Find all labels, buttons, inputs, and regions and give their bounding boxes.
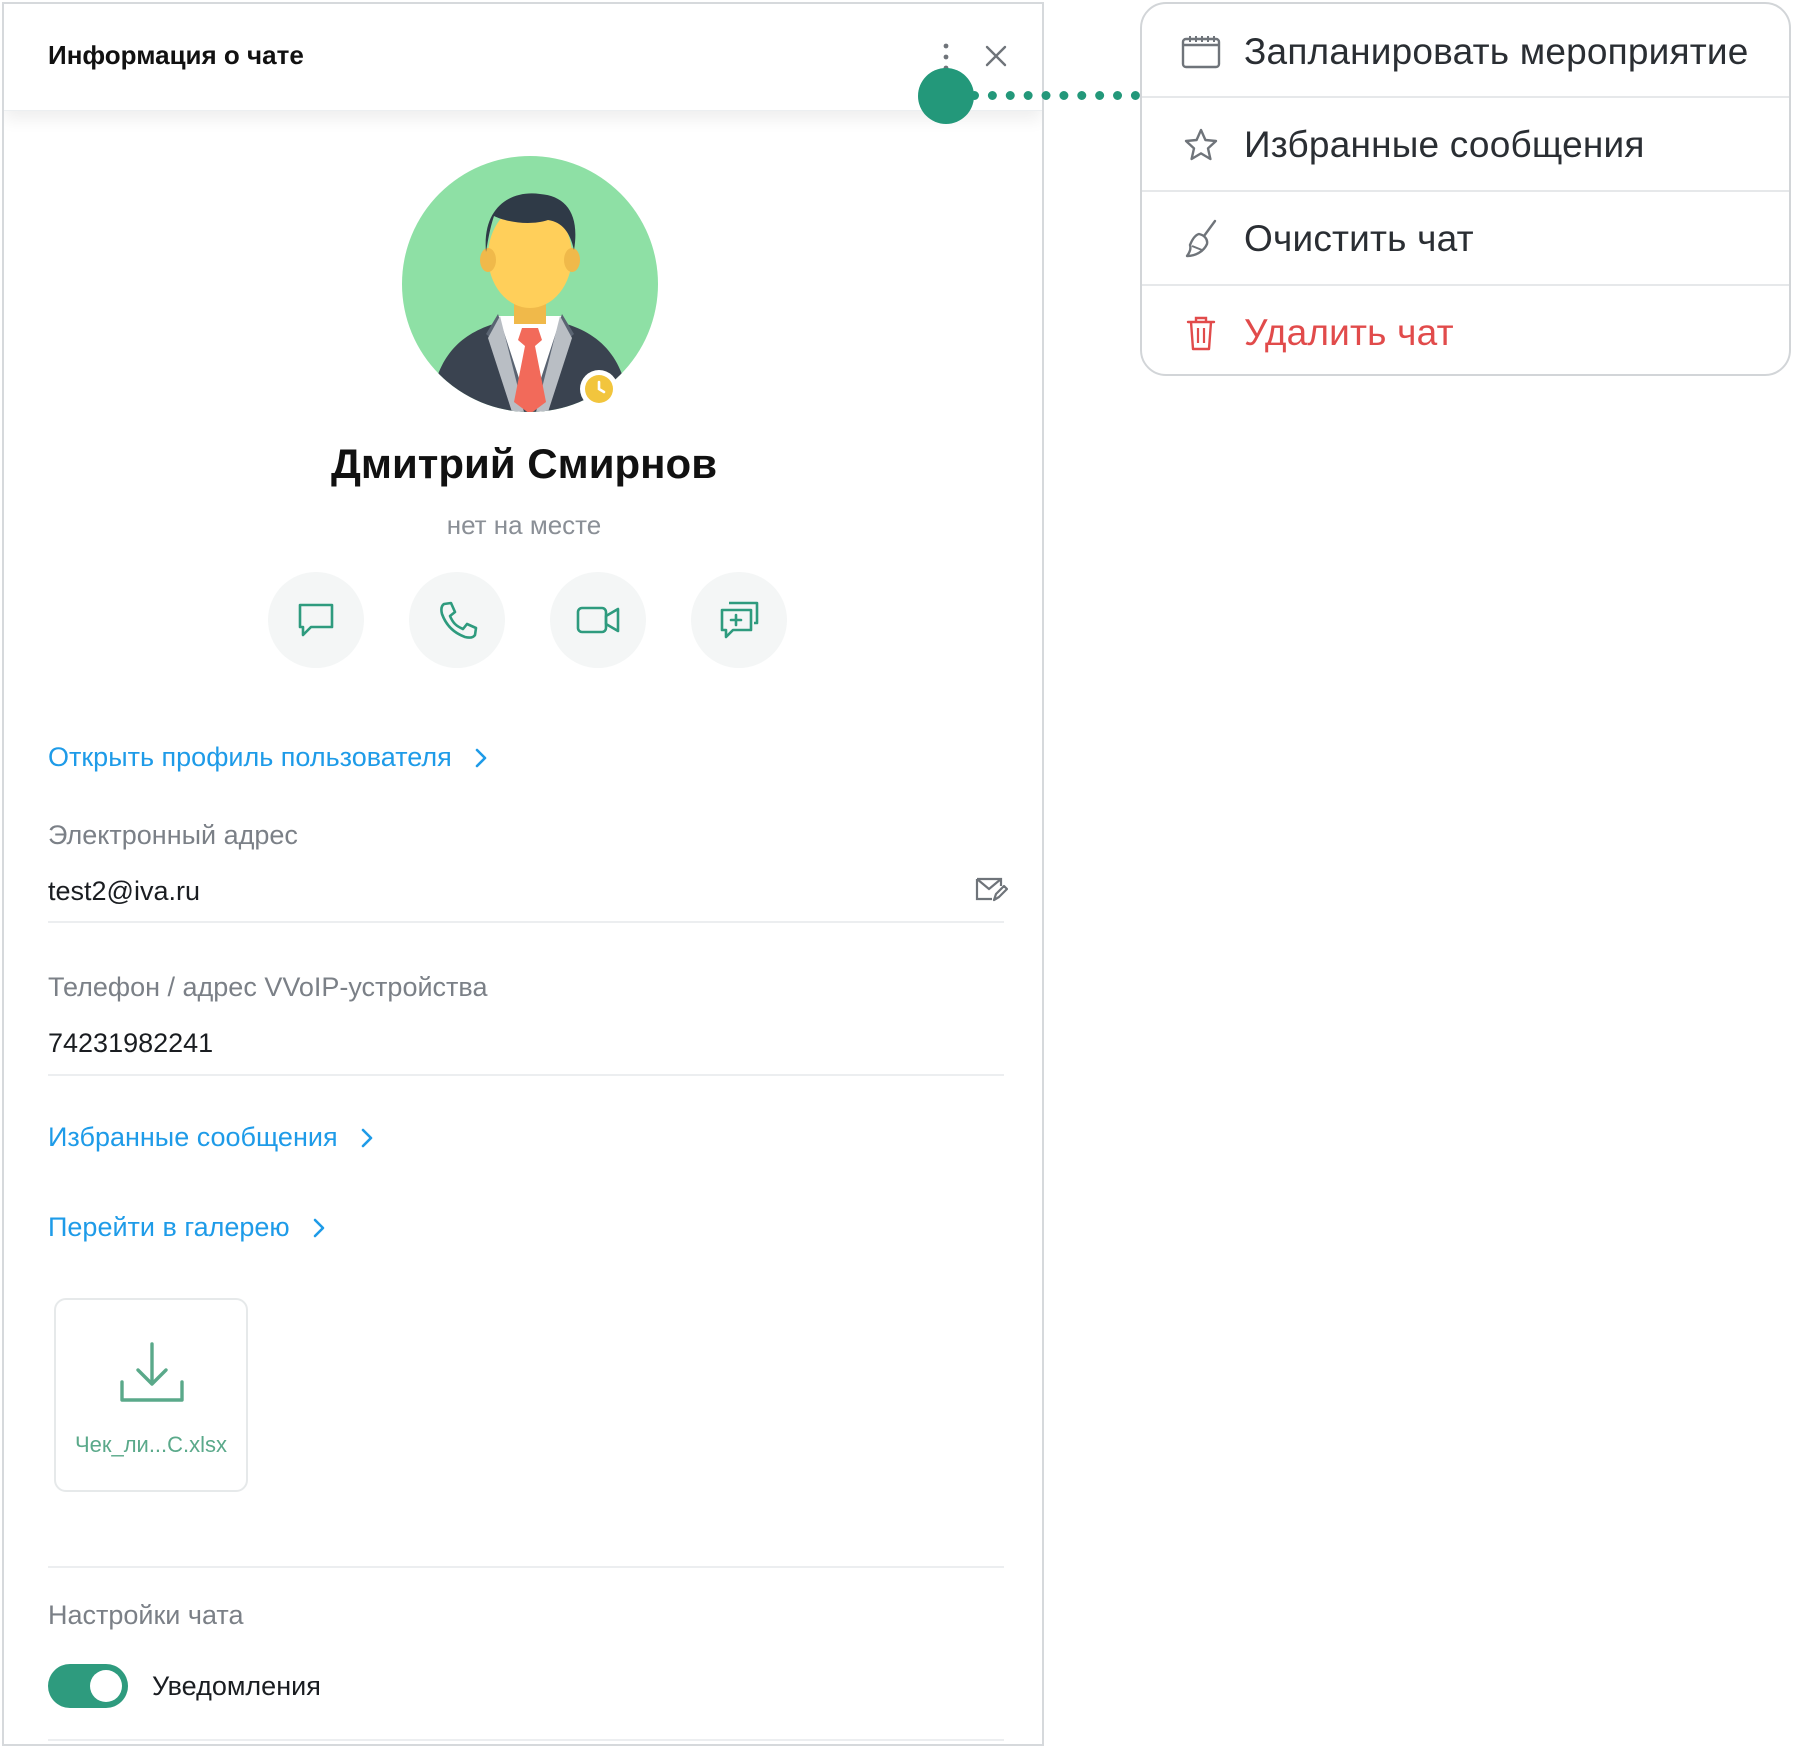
menu-item-label: Удалить чат [1244,312,1454,353]
menu-item-clear-chat[interactable]: Очистить чат [1142,193,1789,285]
notifications-label: Уведомления [152,1671,321,1701]
phone-label: Телефон / адрес VVoIP-устройства [48,972,488,1002]
close-button[interactable] [982,42,1010,70]
phone-icon [440,601,478,639]
chat-options-menu: Запланировать мероприятие Избранные сооб… [1140,2,1791,376]
menu-divider [1142,96,1789,98]
settings-title: Настройки чата [48,1600,244,1630]
away-status-badge [580,370,618,408]
message-button[interactable] [268,572,364,668]
callout-marker [918,68,974,124]
gallery-label: Перейти в галерею [48,1212,290,1242]
chat-bubble-icon [298,603,334,637]
chat-info-panel: Информация о чате Дмитрий Смирнов нет на… [2,2,1044,1746]
menu-divider [1142,284,1789,286]
star-icon [1180,124,1222,166]
menu-divider [1142,190,1789,192]
clock-icon [585,375,613,403]
email-value: test2@iva.ru [48,876,200,906]
divider [48,1074,1004,1076]
user-avatar-illustration [402,156,658,412]
download-icon [116,1338,188,1415]
video-camera-icon [576,606,620,634]
favorites-link[interactable]: Избранные сообщения [48,1122,374,1153]
gallery-link[interactable]: Перейти в галерею [48,1212,326,1243]
phone-value: 74231982241 [48,1028,214,1058]
email-label: Электронный адрес [48,820,298,850]
calendar-icon [1180,31,1222,73]
panel-header: Информация о чате [4,4,1042,111]
broom-icon [1180,218,1222,260]
divider [48,1739,1004,1741]
new-group-chat-button[interactable] [691,572,787,668]
menu-item-delete-chat[interactable]: Удалить чат [1142,287,1789,374]
notifications-toggle[interactable] [48,1664,128,1708]
chevron-right-icon [361,1128,372,1147]
mail-edit-icon [975,877,1009,902]
menu-item-schedule-event[interactable]: Запланировать мероприятие [1142,6,1789,98]
favorites-label: Избранные сообщения [48,1122,338,1152]
chevron-right-icon [475,748,487,767]
user-name: Дмитрий Смирнов [330,440,718,487]
video-call-button[interactable] [550,572,646,668]
menu-item-label: Очистить чат [1244,218,1474,259]
open-profile-label: Открыть профиль пользователя [48,742,452,772]
call-button[interactable] [409,572,505,668]
menu-item-label: Запланировать мероприятие [1244,31,1749,72]
gallery-file-card[interactable]: Чек_ли...С.xlsx [54,1298,248,1492]
file-name: Чек_ли...С.xlsx [74,1432,228,1457]
callout-connector-line [970,91,1140,100]
write-email-button[interactable] [974,874,1009,904]
page-title: Информация о чате [48,40,304,70]
menu-item-favorites[interactable]: Избранные сообщения [1142,99,1789,191]
divider [48,1566,1004,1568]
chevron-right-icon [313,1218,324,1237]
divider [48,921,1004,923]
menu-item-label: Избранные сообщения [1244,124,1645,165]
toggle-knob [90,1670,122,1702]
close-icon [985,45,1007,67]
quick-actions [268,572,788,668]
user-status: нет на месте [446,510,602,540]
trash-icon [1180,312,1222,354]
open-profile-link[interactable]: Открыть профиль пользователя [48,742,488,773]
avatar [402,156,658,412]
add-chat-icon [720,601,759,639]
